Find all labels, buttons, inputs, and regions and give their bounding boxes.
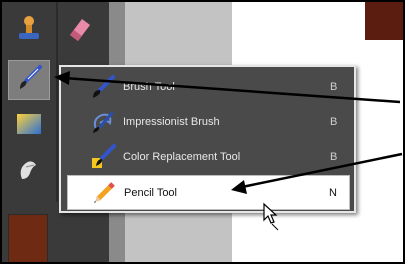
brush-tools-flyout-menu: Brush Tool B Impressionist Brush B Color… (59, 65, 356, 213)
eraser-icon (64, 13, 94, 48)
color-replacement-icon (89, 143, 117, 171)
brush-tool-button[interactable] (8, 60, 50, 100)
mouse-cursor-icon (260, 202, 282, 237)
pencil-icon (90, 179, 118, 207)
menu-item-label: Pencil Tool (124, 186, 177, 199)
menu-item-brush-tool[interactable]: Brush Tool B (67, 69, 350, 104)
gradient-tool-button[interactable] (8, 106, 50, 146)
eraser-tool-button[interactable] (58, 10, 100, 50)
foreground-color-swatch[interactable] (8, 214, 48, 262)
image-content (365, 2, 403, 40)
shortcut-key: N (329, 186, 337, 199)
impressionist-brush-icon (89, 108, 117, 136)
menu-item-impressionist-brush[interactable]: Impressionist Brush B (67, 104, 350, 139)
brush-icon (14, 63, 44, 98)
menu-item-label: Brush Tool (123, 80, 175, 93)
screenshot-frame: Brush Tool B Impressionist Brush B Color… (0, 0, 405, 264)
menu-item-color-replacement-tool[interactable]: Color Replacement Tool B (67, 139, 350, 174)
menu-item-label: Impressionist Brush (123, 115, 220, 128)
shortcut-key: B (330, 150, 338, 163)
clone-stamp-tool-button[interactable] (8, 10, 50, 50)
stamp-icon (14, 13, 44, 48)
menu-item-pencil-tool[interactable]: Pencil Tool N (67, 175, 350, 210)
gradient-icon (14, 109, 44, 144)
shortcut-key: B (330, 80, 338, 93)
shortcut-key: B (330, 115, 338, 128)
menu-item-label: Color Replacement Tool (123, 150, 241, 163)
smudge-tool-button[interactable] (8, 152, 50, 192)
smudge-icon (14, 155, 44, 190)
brush-icon (89, 73, 117, 101)
